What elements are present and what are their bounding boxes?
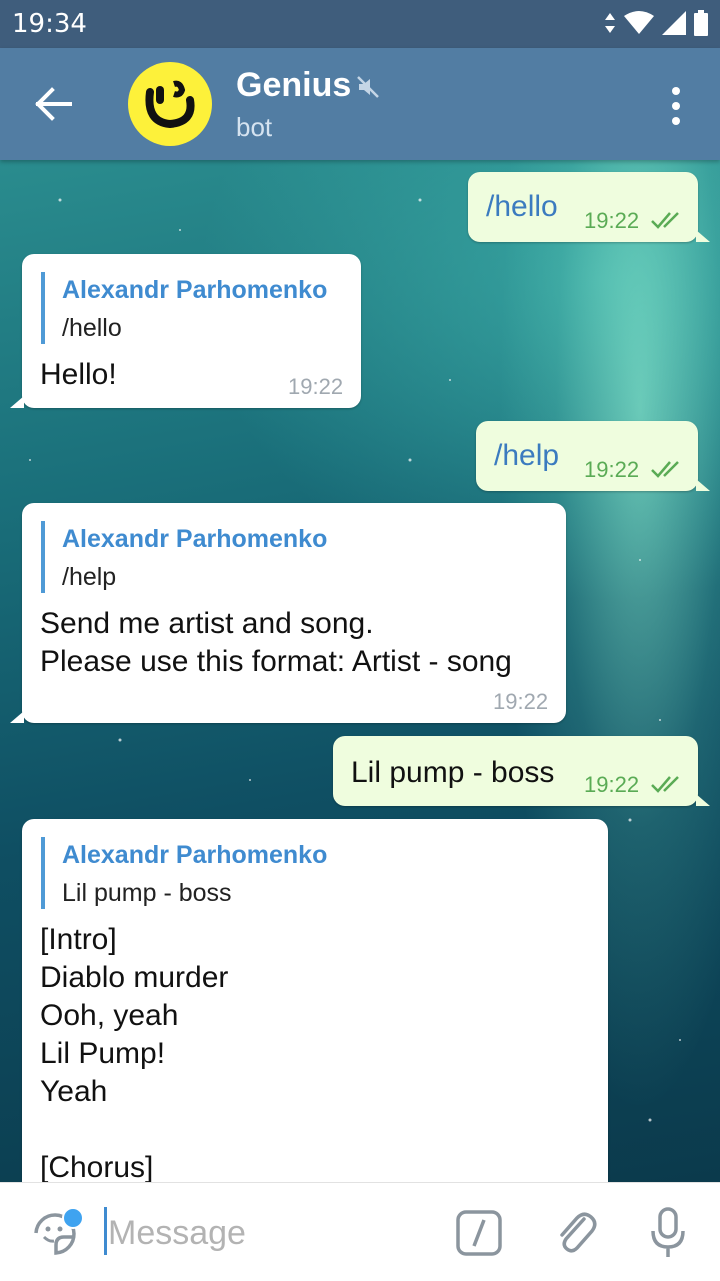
status-icons (604, 10, 708, 36)
reply-text: /help (62, 563, 117, 591)
wifi-icon (624, 11, 654, 34)
message-text: [Intro] Diablo murder Ooh, yeah Lil Pump… (40, 923, 229, 1182)
data-arrows-icon (605, 13, 615, 33)
outgoing-message[interactable]: Lil pump - boss 19:22 (333, 736, 710, 806)
message-text: /hello (486, 190, 558, 223)
reply-text: /hello (62, 314, 122, 342)
avatar[interactable] (128, 62, 212, 146)
more-options-button[interactable] (668, 86, 684, 126)
message-time: 19:22 (493, 689, 549, 714)
message-text: /help (494, 439, 560, 472)
reply-author: Alexandr Parhomenko (62, 276, 328, 304)
outgoing-message[interactable]: /help 19:22 (476, 421, 710, 491)
reply-text: Lil pump - boss (62, 879, 232, 907)
arrow-left-icon (35, 87, 72, 121)
reply-quote[interactable]: Alexandr Parhomenko /help (41, 521, 327, 593)
signal-icon (662, 11, 686, 35)
message-text: Lil pump - boss (351, 756, 555, 789)
status-time: 19:34 (12, 9, 87, 39)
message-time: 19:22 (584, 772, 640, 797)
bot-commands-button[interactable] (456, 1210, 502, 1261)
bubble-tail (696, 479, 710, 491)
genius-smiley-icon (145, 80, 195, 129)
incoming-message[interactable]: Alexandr Parhomenko /help Send me artist… (10, 503, 566, 723)
microphone-icon (651, 1207, 685, 1257)
bubble-tail (10, 396, 24, 408)
reply-quote[interactable]: Alexandr Parhomenko Lil pump - boss (41, 837, 327, 909)
incoming-message[interactable]: Alexandr Parhomenko /hello Hello! 19:22 (10, 254, 361, 408)
message-composer (0, 1182, 720, 1281)
bubble-tail (10, 711, 24, 723)
message-text: Hello! (40, 358, 117, 391)
message-time: 19:22 (584, 208, 640, 233)
double-check-icon (651, 212, 679, 229)
battery-icon (694, 10, 708, 36)
back-button[interactable] (30, 80, 82, 128)
chat-header: Genius bot (0, 48, 720, 160)
chat-title[interactable]: Genius (236, 66, 351, 105)
reply-author: Alexandr Parhomenko (62, 525, 328, 553)
reply-quote[interactable]: Alexandr Parhomenko /hello (41, 272, 327, 344)
status-bar: 19:34 (0, 0, 720, 48)
message-time: 19:22 (288, 374, 344, 399)
double-check-icon (651, 776, 679, 793)
outgoing-message[interactable]: /hello 19:22 (468, 172, 710, 242)
double-check-icon (651, 461, 679, 478)
more-vert-icon (672, 87, 680, 125)
slash-command-icon (456, 1210, 502, 1256)
voice-message-button[interactable] (648, 1207, 688, 1264)
muted-speaker-icon (356, 75, 380, 104)
incoming-message[interactable]: Alexandr Parhomenko Lil pump - boss [Int… (22, 819, 608, 1182)
text-cursor (104, 1207, 107, 1255)
bubble-tail (696, 230, 710, 242)
bubble-tail (696, 794, 710, 806)
message-input[interactable] (108, 1211, 408, 1255)
message-text: Send me artist and song. Please use this… (40, 607, 512, 678)
message-time: 19:22 (584, 457, 640, 482)
chat-subtitle: bot (236, 112, 273, 142)
unread-indicator (62, 1207, 84, 1229)
attach-button[interactable] (554, 1207, 598, 1262)
reply-author: Alexandr Parhomenko (62, 841, 328, 869)
chat-area[interactable]: /hello 19:22 Alexandr Parhomenko /hello … (0, 160, 720, 1182)
paperclip-icon (560, 1212, 597, 1253)
